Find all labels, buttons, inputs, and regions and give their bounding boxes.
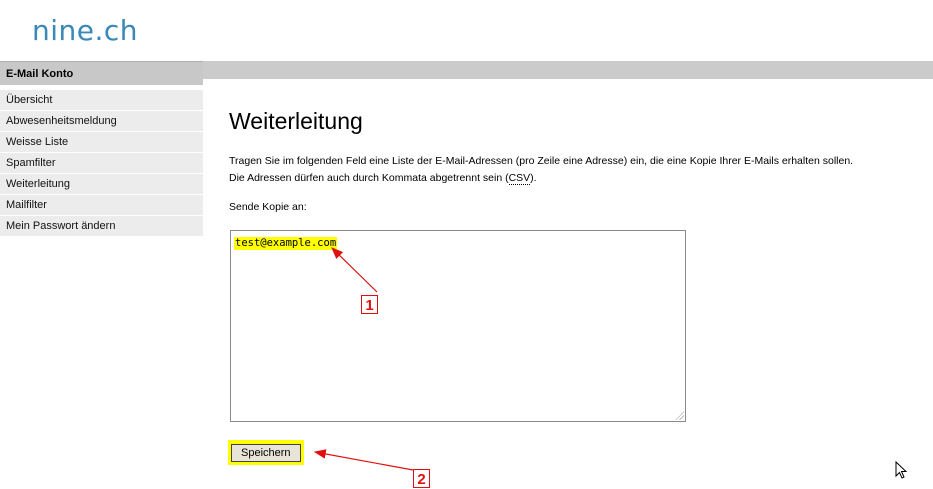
arrow-1 — [331, 247, 378, 293]
arrow-2 — [313, 449, 414, 471]
annotation-arrows — [313, 247, 414, 471]
mouse-cursor-icon — [895, 461, 908, 479]
callout-1: 1 — [361, 295, 378, 314]
callout-2: 2 — [413, 469, 430, 488]
